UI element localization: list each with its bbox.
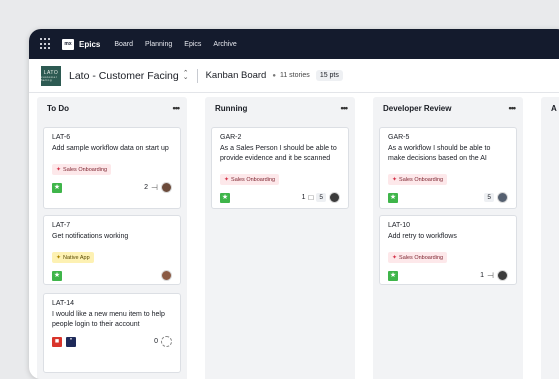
label-tag[interactable]: ✦ Sales Onboarding (388, 252, 448, 263)
label-tag[interactable]: ✦ Native App (52, 252, 94, 263)
card-title: Get notifications working (52, 233, 129, 240)
divider (196, 68, 198, 83)
avatar[interactable] (161, 270, 172, 281)
branch-icon: ⊣ (151, 183, 158, 192)
column-menu-icon[interactable]: ••• (509, 103, 517, 113)
points-badge: 5 (316, 193, 326, 202)
comment-icon: □ (308, 193, 314, 202)
column-title: Developer Review (383, 103, 452, 113)
column-menu-icon[interactable]: ••• (173, 103, 181, 113)
avatar[interactable] (497, 270, 508, 281)
story-card[interactable]: LAT-7 Get notifications working ✦ Native … (43, 215, 181, 285)
app-window: mx Epics Board Planning Epics Archive LA… (29, 29, 559, 379)
project-title[interactable]: Lato - Customer Facing (69, 70, 179, 82)
label-tag[interactable]: ✦ Sales Onboarding (52, 164, 112, 175)
story-count: 11 stories (279, 72, 310, 79)
avatar[interactable] (161, 182, 172, 193)
card-key: GAR-2 (220, 134, 242, 141)
nav-item-board[interactable]: Board (114, 41, 133, 48)
card-title: Add sample workflow data on start up (52, 145, 169, 152)
card-key: LAT-10 (388, 222, 411, 229)
branch-icon: ⊣ (487, 271, 494, 280)
nav-item-planning[interactable]: Planning (145, 41, 172, 48)
apps-grid-icon[interactable] (40, 38, 52, 50)
avatar[interactable] (497, 192, 508, 203)
card-footer: ■ ” 0 (52, 336, 172, 347)
column-to-do: To Do ••• LAT-6 Add sample workflow data… (37, 97, 187, 379)
column-developer-review: Developer Review ••• GAR-5 As a workflow… (373, 97, 523, 379)
unassigned-avatar-icon[interactable] (161, 336, 172, 347)
column-menu-icon[interactable]: ••• (341, 103, 349, 113)
column-header: Running ••• (205, 97, 355, 119)
card-title: As a Sales Person I should be able to pr… (220, 145, 337, 162)
spark-icon: ✦ (224, 177, 230, 183)
card-key: LAT-14 (52, 300, 75, 307)
label-tag[interactable]: ✦ Sales Onboarding (220, 174, 280, 185)
card-footer: ★ 5 (388, 192, 508, 203)
card-title: As a workflow I should be able to make d… (388, 145, 491, 162)
column-partial: A (541, 97, 559, 379)
card-title: Add retry to workflows (388, 233, 457, 240)
card-footer: ★ 1 □ 5 (220, 192, 340, 203)
nav-item-archive[interactable]: Archive (213, 41, 236, 48)
top-navigation-bar: mx Epics Board Planning Epics Archive (29, 29, 559, 59)
story-card[interactable]: GAR-5 As a workflow I should be able to … (379, 127, 517, 209)
points-badge: 15 pts (315, 70, 343, 81)
card-title: I would like a new menu item to help peo… (52, 311, 165, 328)
column-header: To Do ••• (37, 97, 187, 119)
column-title: To Do (47, 103, 70, 113)
story-star-icon: ★ (52, 182, 62, 193)
story-card[interactable]: LAT-10 Add retry to workflows ✦ Sales Onb… (379, 215, 517, 285)
column-title: A (551, 103, 557, 113)
separator-dot: ● (272, 72, 276, 79)
column-title: Running (215, 103, 248, 113)
project-logo: LATO customer facing (41, 65, 61, 86)
story-star-icon: ★ (220, 192, 230, 203)
card-key: LAT-7 (52, 222, 71, 229)
comment-count: 1 (301, 194, 306, 201)
subtask-count: 1 (480, 272, 485, 279)
chevron-updown-icon[interactable]: ⌃ ⌄ (183, 70, 189, 81)
column-running: Running ••• GAR-2 As a Sales Person I sh… (205, 97, 355, 379)
card-footer: ★ 1 ⊣ (388, 270, 508, 281)
story-star-icon: ★ (388, 192, 398, 203)
quote-icon: ” (66, 336, 76, 347)
story-card[interactable]: LAT-14 I would like a new menu item to h… (43, 293, 181, 373)
story-card[interactable]: GAR-2 As a Sales Person I should be able… (211, 127, 349, 209)
avatar[interactable] (329, 192, 340, 203)
kanban-board: To Do ••• LAT-6 Add sample workflow data… (37, 97, 559, 379)
subtask-count: 0 (154, 338, 158, 345)
card-key: GAR-5 (388, 134, 410, 141)
brand-title[interactable]: Epics (79, 40, 100, 49)
card-footer: ★ (52, 270, 172, 281)
spark-icon: ✦ (392, 177, 398, 183)
story-star-icon: ★ (52, 270, 62, 281)
column-header: A (541, 97, 559, 119)
card-footer: ★ 2 ⊣ (52, 182, 172, 193)
spark-icon: ✦ (56, 255, 62, 261)
points-badge: 5 (484, 193, 494, 202)
column-header: Developer Review ••• (373, 97, 523, 119)
view-title[interactable]: Kanban Board (206, 70, 267, 81)
spark-icon: ✦ (392, 255, 398, 261)
bug-icon: ■ (52, 336, 62, 347)
board-header: LATO customer facing Lato - Customer Fac… (29, 59, 559, 93)
card-key: LAT-6 (52, 134, 71, 141)
label-tag[interactable]: ✦ Sales Onboarding (388, 174, 448, 185)
story-star-icon: ★ (388, 270, 398, 281)
story-card[interactable]: LAT-6 Add sample workflow data on start … (43, 127, 181, 209)
subtask-count: 2 (144, 184, 149, 191)
nav-item-epics[interactable]: Epics (184, 41, 201, 48)
app-logo[interactable]: mx (62, 38, 74, 50)
spark-icon: ✦ (56, 167, 62, 173)
